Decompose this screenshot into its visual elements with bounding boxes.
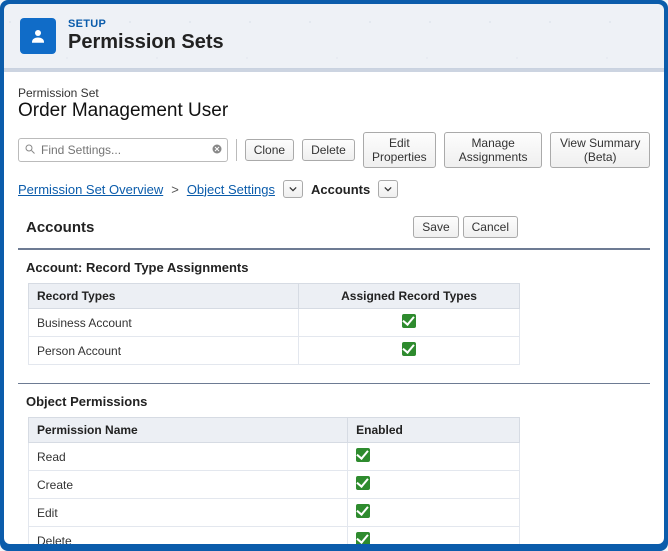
object-settings-dropdown[interactable] <box>283 180 303 198</box>
search-input-wrap[interactable] <box>18 138 228 162</box>
setup-user-icon <box>20 18 56 54</box>
clear-search-icon[interactable] <box>211 142 223 158</box>
record-type-name: Person Account <box>29 337 299 365</box>
chevron-down-icon <box>289 185 297 193</box>
search-input[interactable] <box>41 143 205 157</box>
object-permissions-table: Permission Name Enabled Read Create Edit <box>28 417 520 544</box>
permission-name: Create <box>29 471 348 499</box>
toolbar-divider <box>236 139 237 161</box>
object-type-label: Permission Set <box>18 86 650 100</box>
record-type-table: Record Types Assigned Record Types Busin… <box>28 283 520 365</box>
block-divider <box>18 383 650 384</box>
record-type-block-label: Account: Record Type Assignments <box>26 260 650 275</box>
manage-assignments-button[interactable]: Manage Assignments <box>444 132 542 168</box>
save-button[interactable]: Save <box>413 216 458 238</box>
enabled-checkbox[interactable] <box>356 532 370 544</box>
col-assigned-record-types: Assigned Record Types <box>299 284 520 309</box>
enabled-checkbox[interactable] <box>356 476 370 490</box>
enabled-checkbox[interactable] <box>356 448 370 462</box>
chevron-down-icon <box>384 185 392 193</box>
assigned-checkbox[interactable] <box>402 314 416 328</box>
assigned-checkbox[interactable] <box>402 342 416 356</box>
table-row: Create <box>29 471 520 499</box>
col-record-types: Record Types <box>29 284 299 309</box>
page-title: Permission Sets <box>68 31 224 54</box>
section-title: Accounts <box>26 219 94 236</box>
permission-name: Delete <box>29 527 348 545</box>
header-ribbon: SETUP Permission Sets <box>4 4 664 69</box>
setup-label: SETUP <box>68 18 224 30</box>
clone-button[interactable]: Clone <box>245 139 294 161</box>
delete-button[interactable]: Delete <box>302 139 355 161</box>
toolbar: Clone Delete Edit Properties Manage Assi… <box>18 132 650 168</box>
breadcrumb-object-settings-link[interactable]: Object Settings <box>187 182 275 197</box>
record-type-name: Business Account <box>29 309 299 337</box>
breadcrumb: Permission Set Overview > Object Setting… <box>18 180 650 198</box>
section-divider <box>18 248 650 250</box>
enabled-checkbox[interactable] <box>356 504 370 518</box>
col-enabled: Enabled <box>348 418 520 443</box>
permission-name: Edit <box>29 499 348 527</box>
breadcrumb-sep: > <box>171 182 179 197</box>
col-permission-name: Permission Name <box>29 418 348 443</box>
table-row: Edit <box>29 499 520 527</box>
permission-name: Read <box>29 443 348 471</box>
table-row: Business Account <box>29 309 520 337</box>
view-summary-button[interactable]: View Summary (Beta) <box>550 132 650 168</box>
table-row: Read <box>29 443 520 471</box>
table-row: Person Account <box>29 337 520 365</box>
object-name: Order Management User <box>18 100 650 122</box>
object-perms-block-label: Object Permissions <box>26 394 650 409</box>
search-icon <box>24 143 36 158</box>
current-object-dropdown[interactable] <box>378 180 398 198</box>
breadcrumb-current: Accounts <box>311 182 370 197</box>
edit-properties-button[interactable]: Edit Properties <box>363 132 436 168</box>
breadcrumb-overview-link[interactable]: Permission Set Overview <box>18 182 163 197</box>
cancel-button[interactable]: Cancel <box>463 216 518 238</box>
table-row: Delete <box>29 527 520 545</box>
